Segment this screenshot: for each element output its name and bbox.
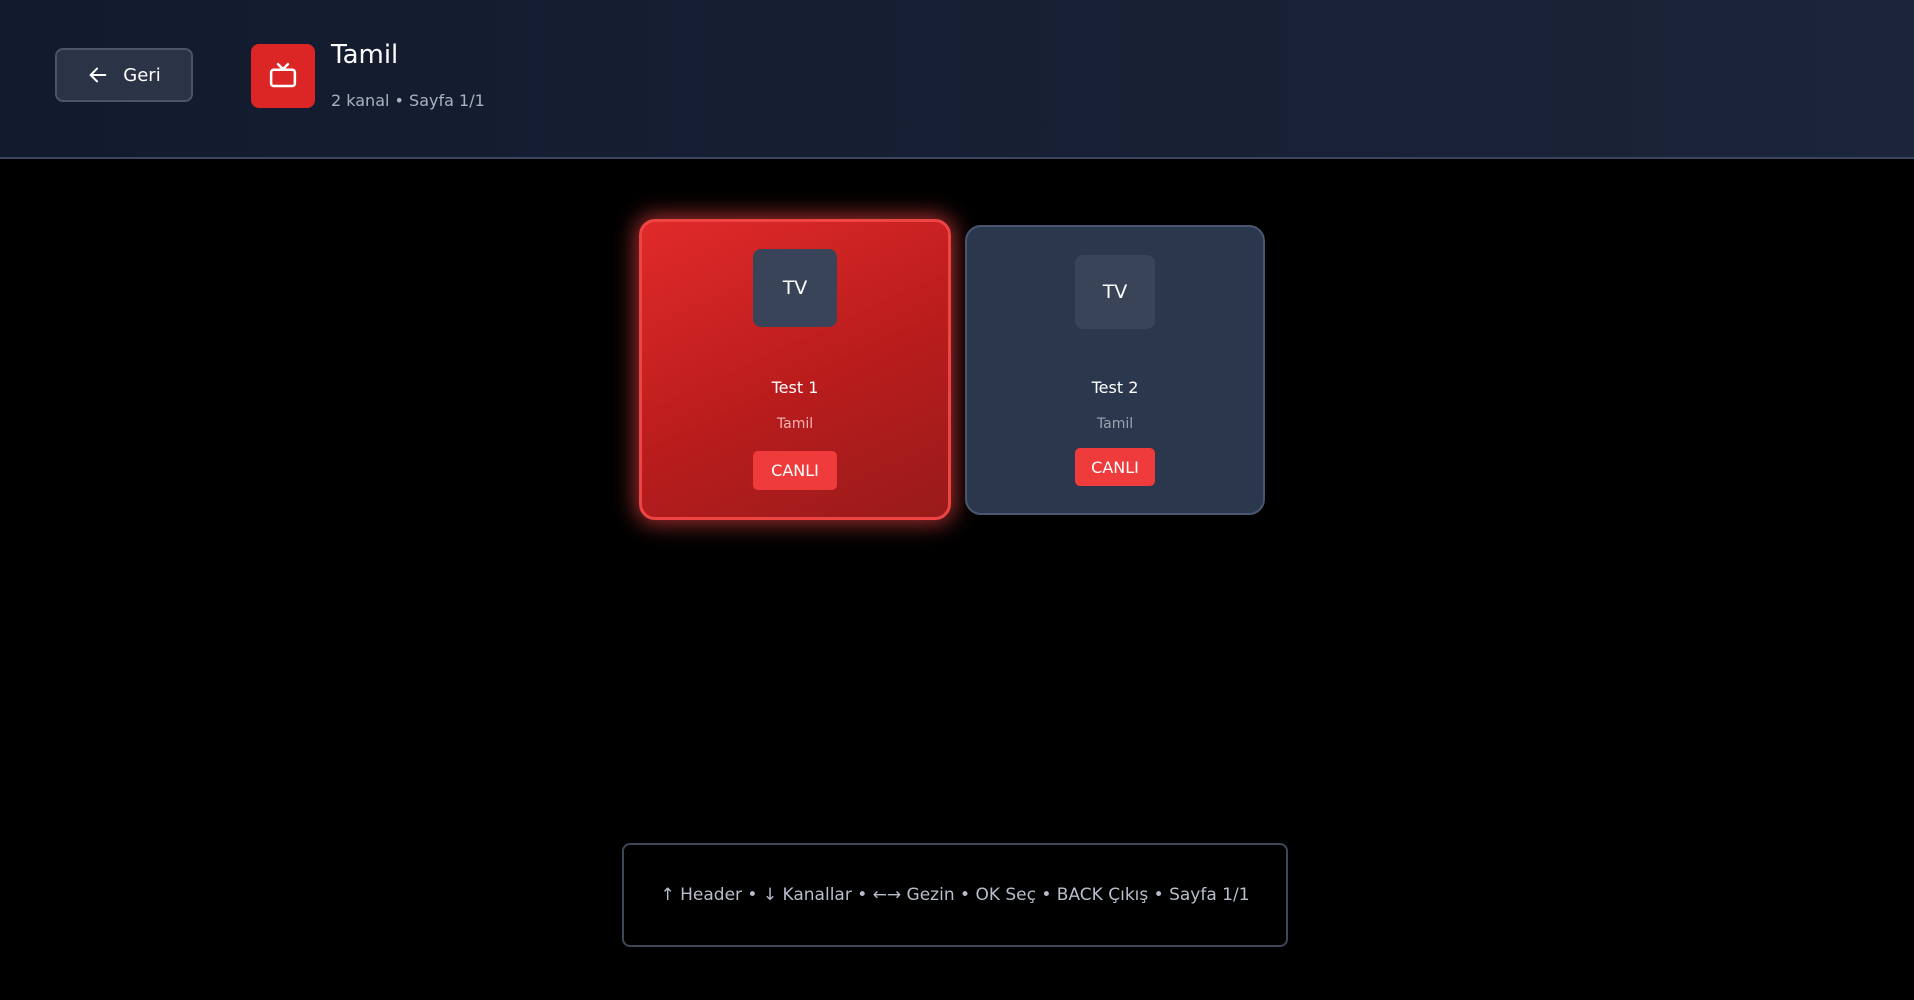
navigation-help-text: ↑ Header • ↓ Kanallar • ←→ Gezin • OK Se…: [660, 885, 1250, 905]
channel-card-test-2[interactable]: TV Test 2 Tamil CANLI: [965, 225, 1265, 515]
live-badge: CANLI: [753, 451, 837, 490]
page-title: Tamil: [331, 40, 399, 70]
page-subtitle: 2 kanal • Sayfa 1/1: [331, 91, 485, 110]
channel-name: Test 2: [1091, 378, 1139, 397]
channel-card-test-1[interactable]: TV Test 1 Tamil CANLI: [639, 219, 951, 520]
channel-category: Tamil: [776, 416, 814, 432]
header: Geri Tamil 2 kanal • Sayfa 1/1: [0, 0, 1914, 159]
live-badge: CANLI: [1075, 448, 1155, 486]
navigation-help-bar: ↑ Header • ↓ Kanallar • ←→ Gezin • OK Se…: [622, 843, 1288, 947]
channel-thumbnail: TV: [1075, 255, 1155, 329]
tv-icon: [251, 44, 315, 108]
back-button[interactable]: Geri: [55, 48, 193, 102]
arrow-left-icon: [89, 67, 107, 83]
channel-name: Test 1: [771, 378, 819, 397]
channel-category: Tamil: [1096, 416, 1134, 432]
channel-thumbnail: TV: [753, 249, 837, 327]
back-button-label: Geri: [123, 64, 161, 86]
